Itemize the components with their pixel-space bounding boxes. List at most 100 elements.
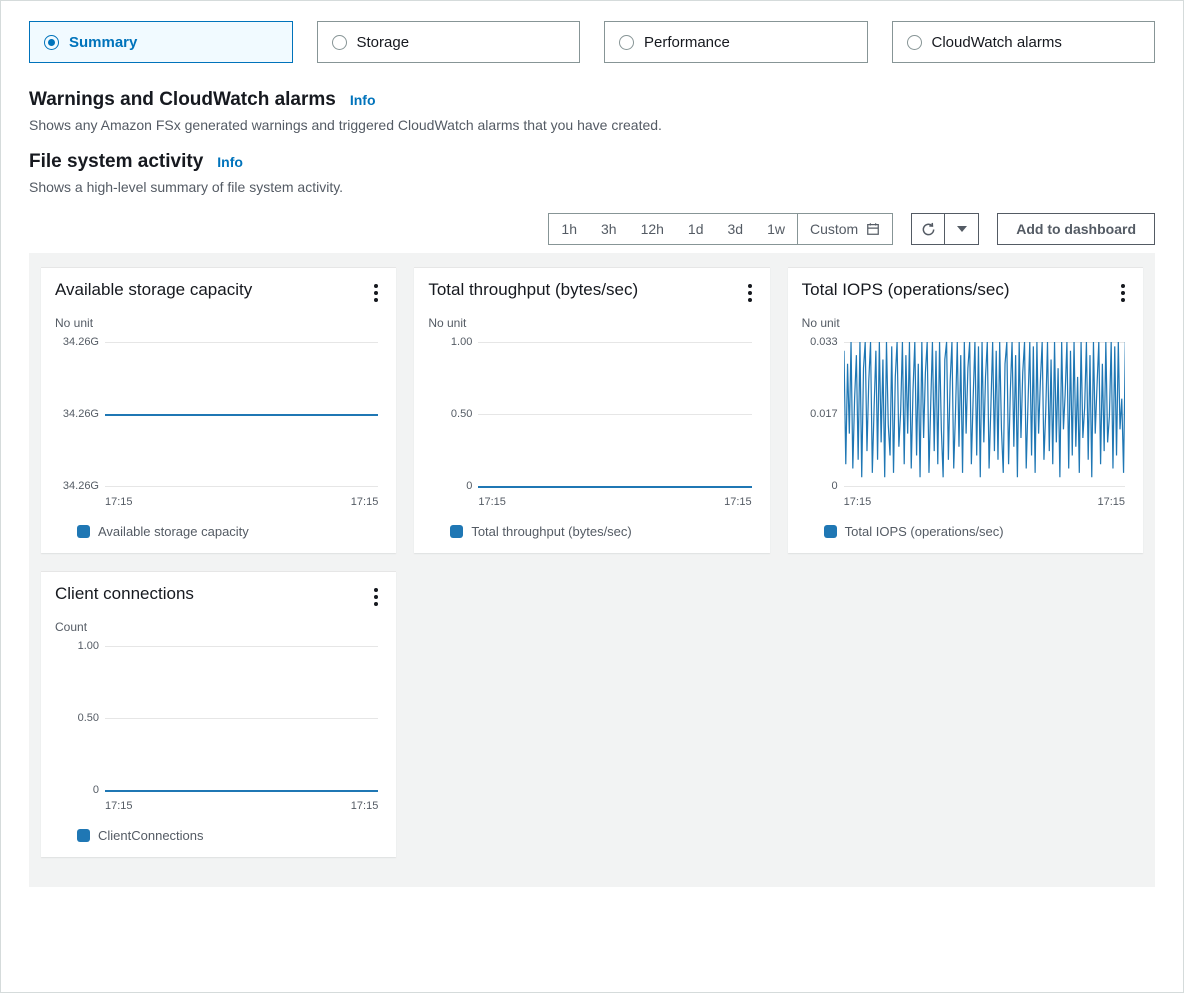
plot-area: 1.00 0.50 0 17:15 17:15 <box>428 336 755 506</box>
info-link[interactable]: Info <box>217 154 243 170</box>
chart-toolbar: 1h 3h 12h 1d 3d 1w Custom Add to dashboa… <box>29 213 1155 245</box>
chart-menu-button[interactable] <box>744 280 756 306</box>
chart-title: Available storage capacity <box>55 280 252 300</box>
chart-menu-button[interactable] <box>370 584 382 610</box>
iops-line <box>844 336 1125 486</box>
refresh-button[interactable] <box>911 213 945 245</box>
range-1h[interactable]: 1h <box>549 214 589 244</box>
xtick: 17:15 <box>105 800 133 812</box>
refresh-options-button[interactable] <box>945 213 979 245</box>
plot-area: 0.033 0.017 0 17:15 17:15 <box>802 336 1129 506</box>
view-tabs: Summary Storage Performance CloudWatch a… <box>29 21 1155 63</box>
xtick: 17:15 <box>844 496 872 508</box>
calendar-icon <box>866 222 880 236</box>
tab-label: CloudWatch alarms <box>932 34 1062 51</box>
ytick: 1.00 <box>428 336 472 348</box>
legend-swatch <box>77 829 90 842</box>
xtick: 17:15 <box>105 496 133 508</box>
custom-label: Custom <box>810 221 858 237</box>
ytick: 0 <box>428 480 472 492</box>
radio-icon <box>619 35 634 50</box>
ytick: 0.50 <box>55 712 99 724</box>
radio-icon <box>907 35 922 50</box>
add-to-dashboard-button[interactable]: Add to dashboard <box>997 213 1155 245</box>
grid-line <box>105 486 378 487</box>
xtick: 17:15 <box>478 496 506 508</box>
data-line <box>478 486 751 488</box>
radio-icon <box>332 35 347 50</box>
chart-grid: Available storage capacity No unit 34.26… <box>41 267 1143 857</box>
chart-unit: No unit <box>55 316 382 330</box>
chart-unit: Count <box>55 620 382 634</box>
ytick: 0.50 <box>428 408 472 420</box>
tab-label: Summary <box>69 34 137 51</box>
ytick: 0.033 <box>802 336 838 348</box>
legend-swatch <box>450 525 463 538</box>
warnings-desc: Shows any Amazon FSx generated warnings … <box>29 117 1155 133</box>
ytick: 34.26G <box>55 408 99 420</box>
xtick: 17:15 <box>351 800 379 812</box>
tab-label: Storage <box>357 34 410 51</box>
charts-container: Available storage capacity No unit 34.26… <box>29 253 1155 887</box>
xtick: 17:15 <box>1097 496 1125 508</box>
chart-client-connections: Client connections Count 1.00 0.50 0 17:… <box>41 571 396 857</box>
chart-title: Client connections <box>55 584 194 604</box>
activity-heading: File system activity Info <box>29 151 1155 173</box>
chart-menu-button[interactable] <box>1117 280 1129 306</box>
grid-line <box>844 486 1125 487</box>
refresh-icon <box>921 222 936 237</box>
chart-legend: Available storage capacity <box>55 524 382 539</box>
plot-area: 1.00 0.50 0 17:15 17:15 <box>55 640 382 810</box>
tab-performance[interactable]: Performance <box>604 21 868 63</box>
chart-menu-button[interactable] <box>370 280 382 306</box>
x-axis: 17:15 17:15 <box>844 496 1125 508</box>
range-3d[interactable]: 3d <box>716 214 756 244</box>
legend-label: Total throughput (bytes/sec) <box>471 524 631 539</box>
data-line <box>105 790 378 792</box>
chart-total-throughput: Total throughput (bytes/sec) No unit 1.0… <box>414 267 769 553</box>
range-1w[interactable]: 1w <box>755 214 797 244</box>
legend-label: Total IOPS (operations/sec) <box>845 524 1004 539</box>
xtick: 17:15 <box>724 496 752 508</box>
data-line <box>105 414 378 416</box>
plot-area: 34.26G 34.26G 34.26G 17:15 17:15 <box>55 336 382 506</box>
grid-line <box>478 414 751 415</box>
legend-swatch <box>824 525 837 538</box>
x-axis: 17:15 17:15 <box>105 800 378 812</box>
radio-icon <box>44 35 59 50</box>
chart-title: Total IOPS (operations/sec) <box>802 280 1010 300</box>
refresh-group <box>911 213 979 245</box>
legend-swatch <box>77 525 90 538</box>
grid-line <box>105 718 378 719</box>
tab-summary[interactable]: Summary <box>29 21 293 63</box>
range-1d[interactable]: 1d <box>676 214 716 244</box>
chart-unit: No unit <box>428 316 755 330</box>
activity-desc: Shows a high-level summary of file syste… <box>29 179 1155 195</box>
chart-available-storage: Available storage capacity No unit 34.26… <box>41 267 396 553</box>
tab-storage[interactable]: Storage <box>317 21 581 63</box>
range-3h[interactable]: 3h <box>589 214 629 244</box>
tab-cloudwatch-alarms[interactable]: CloudWatch alarms <box>892 21 1156 63</box>
section-title: File system activity <box>29 151 203 173</box>
range-12h[interactable]: 12h <box>629 214 676 244</box>
chart-total-iops: Total IOPS (operations/sec) No unit 0.03… <box>788 267 1143 553</box>
grid-line <box>105 646 378 647</box>
time-range-group: 1h 3h 12h 1d 3d 1w Custom <box>548 213 893 245</box>
tab-label: Performance <box>644 34 730 51</box>
ytick: 0 <box>55 784 99 796</box>
monitoring-panel: Summary Storage Performance CloudWatch a… <box>0 0 1184 993</box>
range-custom[interactable]: Custom <box>797 214 892 244</box>
info-link[interactable]: Info <box>350 92 376 108</box>
legend-label: Available storage capacity <box>98 524 249 539</box>
section-title: Warnings and CloudWatch alarms <box>29 89 336 111</box>
warnings-heading: Warnings and CloudWatch alarms Info <box>29 89 1155 111</box>
xtick: 17:15 <box>351 496 379 508</box>
ytick: 0.017 <box>802 408 838 420</box>
chart-unit: No unit <box>802 316 1129 330</box>
ytick: 0 <box>802 480 838 492</box>
ytick: 1.00 <box>55 640 99 652</box>
grid-line <box>105 342 378 343</box>
grid-line <box>478 342 751 343</box>
chart-legend: Total IOPS (operations/sec) <box>802 524 1129 539</box>
caret-down-icon <box>957 224 967 234</box>
